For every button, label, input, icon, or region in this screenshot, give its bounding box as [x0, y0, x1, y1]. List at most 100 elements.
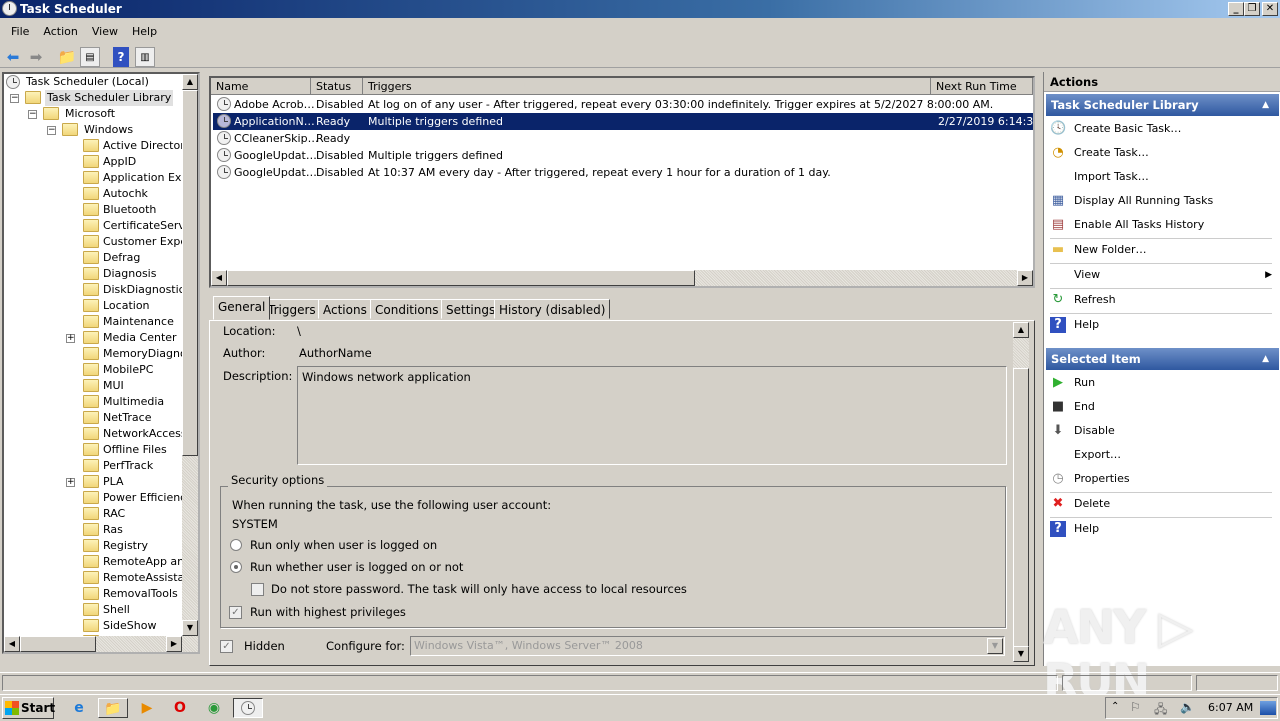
menu-view[interactable]: View — [85, 22, 125, 42]
task-row[interactable]: GoogleUpdat… Disabled At 10:37 AM every da… — [213, 164, 1033, 181]
scroll-down-button[interactable]: ▼ — [182, 620, 198, 636]
column-next-run-time[interactable]: Next Run Time — [931, 78, 1033, 95]
action-label: Help — [1074, 318, 1100, 331]
folder-icon — [83, 459, 99, 472]
task-scheduler-taskbar-button[interactable] — [233, 698, 263, 718]
dropdown-arrow-icon[interactable]: ▼ — [987, 638, 1003, 654]
network-icon[interactable]: 🖧 — [1154, 700, 1167, 721]
media-player-icon[interactable]: ▶ — [136, 698, 158, 718]
clock[interactable]: 6:07 AM — [1208, 701, 1253, 714]
highest-privileges-label[interactable]: Run with highest privileges — [250, 605, 406, 619]
expand-icon[interactable]: + — [66, 334, 75, 343]
action-view[interactable]: View ▶ — [1048, 264, 1276, 286]
menu-action[interactable]: Action — [36, 22, 84, 42]
detail-vertical-scrollbar[interactable]: ▲ ▼ — [1013, 322, 1029, 662]
tab-history-disabled[interactable]: History (disabled) — [494, 299, 611, 319]
action-disable[interactable]: ⬇ Disable — [1048, 420, 1276, 442]
show-hidden-icons-button[interactable]: ⌃ — [1111, 701, 1119, 712]
task-row[interactable]: Adobe Acrob… Disabled At log on of any use… — [213, 96, 1033, 113]
action-help[interactable]: ? Help — [1048, 518, 1276, 540]
action-refresh[interactable]: ↻ Refresh — [1048, 289, 1276, 311]
tab-settings[interactable]: Settings — [441, 299, 501, 319]
start-button[interactable]: Start — [2, 697, 55, 719]
menu-file[interactable]: File — [4, 22, 36, 42]
tab-general[interactable]: General — [213, 296, 271, 320]
action-enable-all-tasks-history[interactable]: ▤ Enable All Tasks History — [1048, 214, 1276, 236]
task-row[interactable]: CCleanerSkip… Ready — [213, 130, 1033, 147]
scroll-up-button[interactable]: ▲ — [1013, 322, 1029, 338]
checkbox-highest-privileges[interactable]: ✓ — [229, 606, 242, 619]
description-label: Description: — [223, 369, 293, 383]
action-properties[interactable]: ◷ Properties — [1048, 468, 1276, 490]
radio-run-whether[interactable] — [230, 561, 242, 573]
collapse-icon[interactable]: − — [47, 126, 56, 135]
tab-actions[interactable]: Actions — [318, 299, 372, 319]
radio-run-logged-on[interactable] — [230, 539, 242, 551]
scroll-right-button[interactable]: ▶ — [1017, 270, 1033, 286]
task-row[interactable]: ApplicationN… Ready Multiple triggers defi… — [213, 113, 1033, 130]
minimize-button[interactable]: _ — [1228, 2, 1244, 16]
task-detail-pane: General Triggers Actions Conditions Settings… — [209, 296, 1035, 666]
description-field[interactable]: Windows network application — [297, 366, 1007, 465]
action-create-task[interactable]: ◔ Create Task… — [1048, 142, 1276, 164]
scroll-thumb[interactable] — [1013, 368, 1029, 648]
column-name[interactable]: Name — [211, 78, 311, 95]
scroll-left-button[interactable]: ◀ — [4, 636, 20, 652]
scroll-thumb[interactable] — [182, 90, 198, 456]
console-tree-icon[interactable]: ▤ — [80, 47, 100, 67]
help-icon[interactable]: ? — [113, 47, 129, 67]
volume-icon[interactable]: 🔈 — [1180, 700, 1195, 714]
column-triggers[interactable]: Triggers — [363, 78, 931, 95]
configure-for-select[interactable]: Windows Vista™, Windows Server™ 2008 ▼ — [410, 636, 1005, 656]
show-desktop-button[interactable] — [1260, 701, 1276, 715]
tree-horizontal-scrollbar[interactable]: ◀ ▶ — [4, 636, 198, 652]
folder-icon — [43, 107, 59, 120]
task-row[interactable]: GoogleUpdat… Disabled Multiple triggers de… — [213, 147, 1033, 164]
action-pane-icon[interactable]: ▥ — [135, 47, 155, 67]
back-arrow-icon[interactable]: ⬅ — [3, 47, 23, 67]
action-import-task[interactable]: Import Task… — [1048, 166, 1276, 188]
scroll-right-button[interactable]: ▶ — [166, 636, 182, 652]
action-group-header[interactable]: Task Scheduler Library ▲ — [1046, 94, 1279, 116]
collapse-icon[interactable]: − — [28, 110, 37, 119]
collapse-arrow-icon[interactable]: ▲ — [1262, 94, 1269, 116]
tab-triggers[interactable]: Triggers — [263, 299, 321, 319]
scroll-thumb[interactable] — [20, 636, 96, 652]
scroll-thumb[interactable] — [227, 270, 695, 286]
restore-button[interactable]: ❐ — [1244, 2, 1260, 16]
file-explorer-icon[interactable]: 📁 — [98, 698, 128, 718]
checkbox-do-not-store-password[interactable] — [251, 583, 264, 596]
checkbox-hidden[interactable]: ✓ — [220, 640, 233, 653]
forward-arrow-icon[interactable]: ➡ — [26, 47, 46, 67]
tree-vertical-scrollbar[interactable]: ▲ ▼ — [182, 74, 198, 636]
action-group-header[interactable]: Selected Item ▲ — [1046, 348, 1279, 370]
radio-run-logged-on-label[interactable]: Run only when user is logged on — [250, 538, 437, 552]
menu-help[interactable]: Help — [125, 22, 164, 42]
expand-icon[interactable]: + — [66, 478, 75, 487]
action-run[interactable]: ▶ Run — [1048, 372, 1276, 394]
collapse-icon[interactable]: − — [10, 94, 19, 103]
do-not-store-password-label[interactable]: Do not store password. The task will onl… — [271, 582, 687, 596]
opera-icon[interactable]: O — [169, 698, 191, 718]
action-end[interactable]: ■ End — [1048, 396, 1276, 418]
close-button[interactable]: ✕ — [1262, 2, 1278, 16]
scroll-down-button[interactable]: ▼ — [1013, 646, 1029, 662]
list-horizontal-scrollbar[interactable]: ◀ ▶ — [211, 270, 1033, 286]
radio-run-whether-label[interactable]: Run whether user is logged on or not — [250, 560, 463, 574]
collapse-arrow-icon[interactable]: ▲ — [1262, 348, 1269, 370]
chrome-icon[interactable]: ◉ — [203, 698, 225, 718]
column-status[interactable]: Status — [311, 78, 363, 95]
action-display-all-running-tasks[interactable]: ▦ Display All Running Tasks — [1048, 190, 1276, 212]
internet-explorer-icon[interactable]: e — [68, 698, 90, 718]
folder-up-icon[interactable]: 📁 — [57, 47, 77, 67]
action-delete[interactable]: ✖ Delete — [1048, 493, 1276, 515]
scroll-left-button[interactable]: ◀ — [211, 270, 227, 286]
action-export[interactable]: Export… — [1048, 444, 1276, 466]
scroll-up-button[interactable]: ▲ — [182, 74, 198, 90]
tab-conditions[interactable]: Conditions — [370, 299, 444, 319]
hidden-label[interactable]: Hidden — [244, 639, 285, 653]
action-center-flag-icon[interactable]: ⚐ — [1130, 700, 1141, 714]
action-help[interactable]: ? Help — [1048, 314, 1276, 336]
action-new-folder[interactable]: ▬ New Folder… — [1048, 239, 1276, 261]
action-create-basic-task[interactable]: 🕓 Create Basic Task… — [1048, 118, 1276, 140]
